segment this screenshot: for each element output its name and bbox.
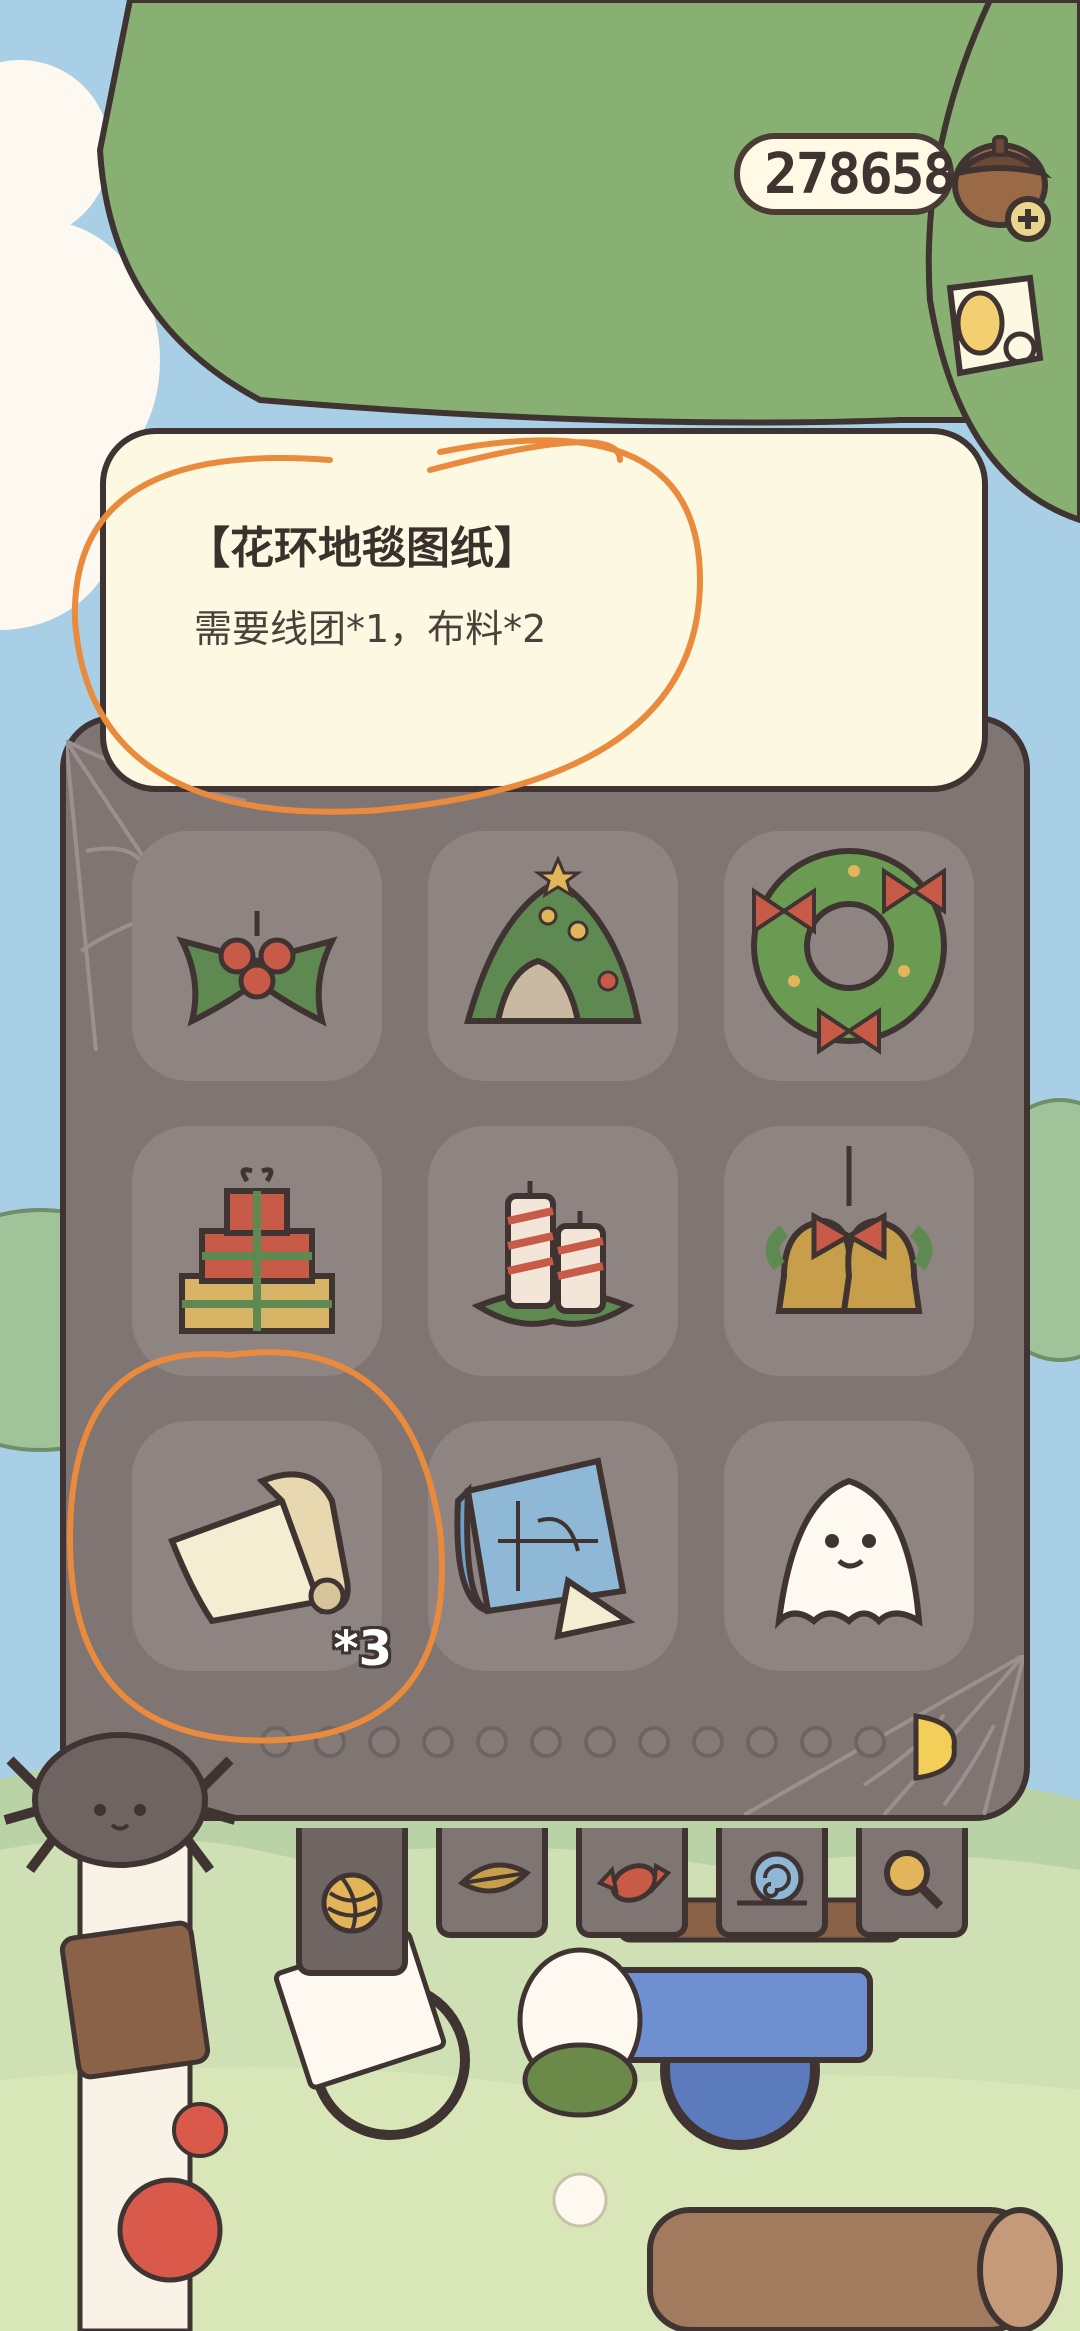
holly-icon bbox=[176, 911, 338, 1027]
page-dot[interactable] bbox=[854, 1726, 886, 1758]
christmas-tree-tent-icon bbox=[464, 855, 642, 1024]
inventory-slot-blueprint[interactable] bbox=[428, 1421, 678, 1671]
currency-amount: 278658 bbox=[764, 141, 956, 207]
spider-icon bbox=[3, 1732, 237, 1873]
item-requirements: 需要线团*1，布料*2 bbox=[194, 607, 547, 651]
item-title: 【花环地毯图纸】 bbox=[186, 523, 538, 574]
page-dot[interactable] bbox=[422, 1726, 454, 1758]
tab-snail-shell[interactable] bbox=[716, 1828, 828, 1938]
inventory-panel: *3 bbox=[60, 715, 1030, 1821]
blueprint-icon bbox=[454, 1457, 636, 1640]
page-dot[interactable] bbox=[584, 1726, 616, 1758]
inventory-slot-holly[interactable] bbox=[132, 831, 382, 1081]
ghost-icon bbox=[774, 1477, 923, 1630]
next-page-arrow-icon[interactable] bbox=[910, 1712, 960, 1782]
candles-icon bbox=[471, 1181, 635, 1327]
tab-leaf[interactable] bbox=[436, 1828, 548, 1938]
acorn-currency-counter: 278658 bbox=[734, 133, 956, 215]
candy-icon bbox=[596, 1862, 672, 1903]
page-dot[interactable] bbox=[800, 1726, 832, 1758]
page-dot[interactable] bbox=[746, 1726, 778, 1758]
tab-yarn[interactable] bbox=[296, 1828, 408, 1976]
page-dot[interactable] bbox=[368, 1726, 400, 1758]
inventory-slot-fabric-roll[interactable]: *3 bbox=[132, 1421, 392, 1677]
page-indicator bbox=[260, 1726, 886, 1758]
inventory-slot-candles[interactable] bbox=[428, 1126, 678, 1376]
inventory-slot-gift-boxes[interactable] bbox=[132, 1126, 382, 1376]
page-dot[interactable] bbox=[476, 1726, 508, 1758]
item-tooltip: 【花环地毯图纸】 需要线团*1，布料*2 bbox=[100, 428, 988, 792]
page-dot[interactable] bbox=[530, 1726, 562, 1758]
acorn-icon[interactable] bbox=[940, 115, 1070, 245]
page-dot[interactable] bbox=[692, 1726, 724, 1758]
christmas-wreath-icon bbox=[751, 848, 947, 1055]
bells-icon bbox=[765, 1146, 933, 1314]
inventory-slot-bells[interactable] bbox=[724, 1126, 974, 1376]
tab-candy[interactable] bbox=[576, 1828, 688, 1938]
magnifier-icon bbox=[884, 1850, 944, 1910]
tab-search[interactable] bbox=[856, 1828, 968, 1938]
inventory-slot-christmas-wreath[interactable] bbox=[724, 831, 974, 1081]
inventory-slot-ghost[interactable] bbox=[724, 1421, 974, 1671]
page-dot[interactable] bbox=[638, 1726, 670, 1758]
yarn-ball-icon bbox=[321, 1872, 383, 1934]
leaf-icon bbox=[457, 1862, 532, 1894]
snail-shell-icon bbox=[737, 1851, 807, 1906]
inventory-slot-christmas-tree-tent[interactable] bbox=[428, 831, 678, 1081]
cup-icon[interactable] bbox=[930, 268, 1060, 388]
page-dot[interactable] bbox=[260, 1726, 292, 1758]
gift-boxes-icon bbox=[179, 1167, 335, 1334]
item-count-badge: *3 bbox=[333, 1621, 393, 1677]
page-dot[interactable] bbox=[314, 1726, 346, 1758]
